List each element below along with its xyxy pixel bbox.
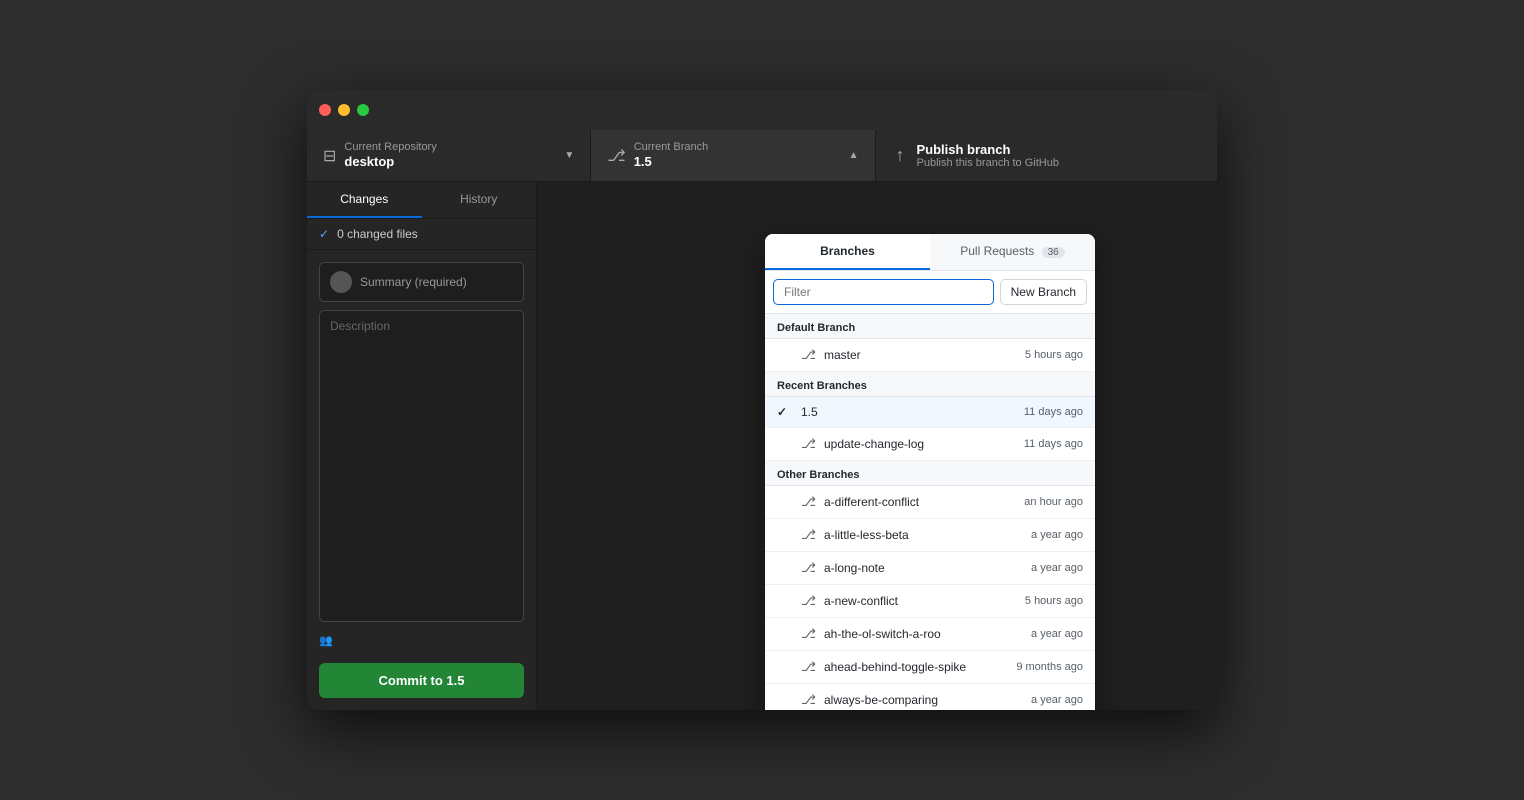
filter-input[interactable] [773, 279, 994, 305]
branch-icon-aln: ⎇ [801, 560, 816, 576]
new-branch-button[interactable]: New Branch [1000, 279, 1087, 305]
branch-icon-master: ⎇ [801, 347, 816, 363]
branch-time-ucl: 11 days ago [1024, 438, 1083, 450]
branch-dropdown: Branches Pull Requests 36 New Branch Def… [765, 234, 1095, 710]
description-input[interactable]: Description [319, 310, 524, 622]
branch-name: 1.5 [634, 154, 841, 171]
description-placeholder: Description [330, 319, 390, 333]
dropdown-tab-prs[interactable]: Pull Requests 36 [930, 234, 1095, 270]
branch-chevron-up-icon: ▲ [849, 150, 859, 161]
branch-list: Default Branch ⎇ master 5 hours ago Rece… [765, 314, 1095, 710]
repo-icon: ⊟ [323, 146, 336, 166]
left-panel: Changes History ✓ 0 changed files Summar… [307, 182, 537, 710]
branch-icon-ato: ⎇ [801, 626, 816, 642]
branch-time-allb: a year ago [1031, 529, 1083, 541]
toolbar: ⊟ Current Repository desktop ▼ ⎇ Current… [307, 130, 1217, 182]
branch-name-aln: a-long-note [824, 561, 1023, 575]
branch-time-aln: a year ago [1031, 562, 1083, 574]
repo-name: desktop [344, 154, 556, 171]
default-branch-header: Default Branch [765, 314, 1095, 339]
branch-time-ato: a year ago [1031, 628, 1083, 640]
branch-time-adc: an hour ago [1024, 496, 1083, 508]
branch-item-master[interactable]: ⎇ master 5 hours ago [765, 339, 1095, 372]
other-branches-header: Other Branches [765, 461, 1095, 486]
pr-count-badge: 36 [1042, 247, 1065, 258]
branch-time-abc: a year ago [1031, 694, 1083, 706]
branch-icon-adc: ⎇ [801, 494, 816, 510]
branch-item-a-long-note[interactable]: ⎇ a-long-note a year ago [765, 552, 1095, 585]
publish-info: Publish branch Publish this branch to Gi… [917, 142, 1059, 169]
app-window: ⊟ Current Repository desktop ▼ ⎇ Current… [307, 90, 1217, 710]
branch-name-allb: a-little-less-beta [824, 528, 1023, 542]
branch-item-a-new-conflict[interactable]: ⎇ a-new-conflict 5 hours ago [765, 585, 1095, 618]
branch-item-a-different-conflict[interactable]: ⎇ a-different-conflict an hour ago [765, 486, 1095, 519]
branch-time-1.5: 11 days ago [1024, 406, 1083, 418]
publish-icon: ↑ [896, 145, 905, 166]
maximize-button[interactable] [357, 104, 369, 116]
branch-icon: ⎇ [607, 146, 625, 166]
dropdown-tabs: Branches Pull Requests 36 [765, 234, 1095, 271]
minimize-button[interactable] [338, 104, 350, 116]
branch-name-ucl: update-change-log [824, 437, 1016, 451]
tab-changes[interactable]: Changes [307, 182, 422, 218]
summary-input[interactable]: Summary (required) [319, 262, 524, 302]
branch-item-ah-the-ol[interactable]: ⎇ ah-the-ol-switch-a-roo a year ago [765, 618, 1095, 651]
current-branch-button[interactable]: ⎇ Current Branch 1.5 ▲ [591, 130, 875, 181]
branch-info: Current Branch 1.5 [634, 140, 841, 171]
avatar [330, 271, 352, 293]
branch-item-1.5[interactable]: ✓ 1.5 11 days ago [765, 397, 1095, 428]
branch-icon-allb: ⎇ [801, 527, 816, 543]
recent-branches-header: Recent Branches [765, 372, 1095, 397]
branch-icon-abc: ⎇ [801, 692, 816, 708]
commit-form: Summary (required) Description 👥 Commit … [307, 250, 536, 710]
branch-check-1.5: ✓ [777, 405, 793, 419]
current-repository-button[interactable]: ⊟ Current Repository desktop ▼ [307, 130, 591, 181]
main-area: Branches Pull Requests 36 New Branch Def… [537, 182, 1217, 710]
repo-chevron-icon: ▼ [564, 150, 574, 161]
publish-sub: Publish this branch to GitHub [917, 157, 1059, 169]
publish-title: Publish branch [917, 142, 1059, 157]
changed-files-row: ✓ 0 changed files [307, 219, 536, 250]
branch-icon-anc: ⎇ [801, 593, 816, 609]
commit-button[interactable]: Commit to 1.5 [319, 663, 524, 698]
tab-history[interactable]: History [422, 182, 537, 218]
publish-branch-button[interactable]: ↑ Publish branch Publish this branch to … [876, 130, 1218, 181]
branch-name-1.5: 1.5 [801, 405, 1016, 419]
branch-item-a-little-less-beta[interactable]: ⎇ a-little-less-beta a year ago [765, 519, 1095, 552]
branch-time-ab: 9 months ago [1016, 661, 1083, 673]
coauthors-icon: 👥 [319, 634, 333, 647]
branch-time-anc: 5 hours ago [1025, 595, 1083, 607]
panel-tabs: Changes History [307, 182, 536, 219]
repo-info: Current Repository desktop [344, 140, 556, 171]
branch-name-ato: ah-the-ol-switch-a-roo [824, 627, 1023, 641]
title-bar [307, 90, 1217, 130]
branch-label: Current Branch [634, 140, 841, 154]
check-icon: ✓ [319, 227, 329, 241]
close-button[interactable] [319, 104, 331, 116]
branch-item-always-be[interactable]: ⎇ always-be-comparing a year ago [765, 684, 1095, 710]
traffic-lights [319, 104, 369, 116]
summary-placeholder: Summary (required) [360, 275, 467, 289]
branch-name-abc: always-be-comparing [824, 693, 1023, 707]
coauthors-row: 👥 [319, 630, 524, 651]
branch-name-master: master [824, 348, 1017, 362]
filter-row: New Branch [765, 271, 1095, 314]
branch-time-master: 5 hours ago [1025, 349, 1083, 361]
branch-icon-ab: ⎇ [801, 659, 816, 675]
branch-name-anc: a-new-conflict [824, 594, 1017, 608]
branch-item-update-change-log[interactable]: ⎇ update-change-log 11 days ago [765, 428, 1095, 461]
branch-name-adc: a-different-conflict [824, 495, 1016, 509]
branch-name-ab: ahead-behind-toggle-spike [824, 660, 1008, 674]
content-area: Changes History ✓ 0 changed files Summar… [307, 182, 1217, 710]
branch-item-ahead-behind[interactable]: ⎇ ahead-behind-toggle-spike 9 months ago [765, 651, 1095, 684]
repo-label: Current Repository [344, 140, 556, 154]
dropdown-tab-branches[interactable]: Branches [765, 234, 930, 270]
changed-files-text: 0 changed files [337, 227, 418, 241]
branch-icon-ucl: ⎇ [801, 436, 816, 452]
